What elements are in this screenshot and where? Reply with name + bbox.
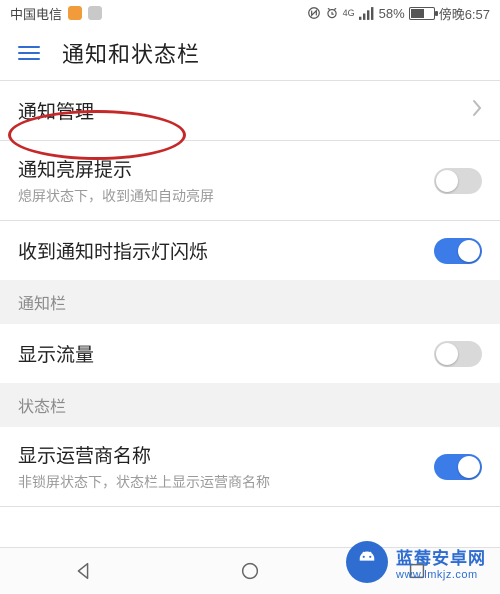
app-bar: 通知和状态栏 bbox=[0, 26, 500, 80]
page-title: 通知和状态栏 bbox=[62, 37, 200, 69]
alarm-icon bbox=[325, 6, 339, 20]
row-label: 通知管理 bbox=[18, 97, 472, 124]
toggle-led[interactable] bbox=[434, 238, 482, 264]
toggle-carrier[interactable] bbox=[434, 454, 482, 480]
app-icon-1 bbox=[68, 6, 82, 20]
watermark-badge: 蓝莓安卓网 www.lmkjz.com bbox=[346, 541, 486, 583]
nfc-icon bbox=[307, 6, 321, 20]
clock-label: 傍晚6:57 bbox=[439, 4, 490, 23]
battery-icon bbox=[409, 7, 435, 20]
status-bar-right: 4G 58% 傍晚6:57 bbox=[307, 4, 490, 23]
row-label: 显示流量 bbox=[18, 340, 434, 367]
section-header-notif-bar: 通知栏 bbox=[0, 280, 500, 324]
network-type-label: 4G bbox=[343, 9, 355, 18]
row-label: 显示运营商名称 bbox=[18, 441, 434, 468]
battery-percent: 58% bbox=[379, 6, 405, 21]
row-notification-manage[interactable]: 通知管理 bbox=[0, 81, 500, 140]
row-label: 通知亮屏提示 bbox=[18, 155, 434, 182]
row-led-blink[interactable]: 收到通知时指示灯闪烁 bbox=[0, 221, 500, 280]
signal-icon bbox=[359, 7, 375, 20]
row-show-traffic[interactable]: 显示流量 bbox=[0, 324, 500, 383]
toggle-traffic[interactable] bbox=[434, 341, 482, 367]
nav-back-button[interactable] bbox=[53, 548, 113, 594]
row-show-carrier[interactable]: 显示运营商名称 非锁屏状态下，状态栏上显示运营商名称 bbox=[0, 427, 500, 506]
section-header-status-bar: 状态栏 bbox=[0, 383, 500, 427]
row-label: 收到通知时指示灯闪烁 bbox=[18, 237, 434, 264]
row-screen-on-notify[interactable]: 通知亮屏提示 熄屏状态下，收到通知自动亮屏 bbox=[0, 141, 500, 220]
android-icon bbox=[346, 541, 388, 583]
nav-home-button[interactable] bbox=[220, 548, 280, 594]
carrier-label: 中国电信 bbox=[10, 4, 62, 23]
status-bar-left: 中国电信 bbox=[10, 4, 102, 23]
watermark-text: 蓝莓安卓网 www.lmkjz.com bbox=[396, 544, 486, 581]
toggle-screen-on[interactable] bbox=[434, 168, 482, 194]
divider bbox=[0, 506, 500, 507]
chevron-right-icon bbox=[472, 99, 482, 122]
watermark-url: www.lmkjz.com bbox=[396, 569, 486, 581]
app-icon-2 bbox=[88, 6, 102, 20]
status-bar: 中国电信 4G 58% 傍晚6:57 bbox=[0, 0, 500, 26]
menu-button[interactable] bbox=[18, 42, 40, 64]
row-sublabel: 熄屏状态下，收到通知自动亮屏 bbox=[18, 186, 434, 206]
row-sublabel: 非锁屏状态下，状态栏上显示运营商名称 bbox=[18, 472, 434, 492]
watermark-title: 蓝莓安卓网 bbox=[396, 544, 486, 569]
